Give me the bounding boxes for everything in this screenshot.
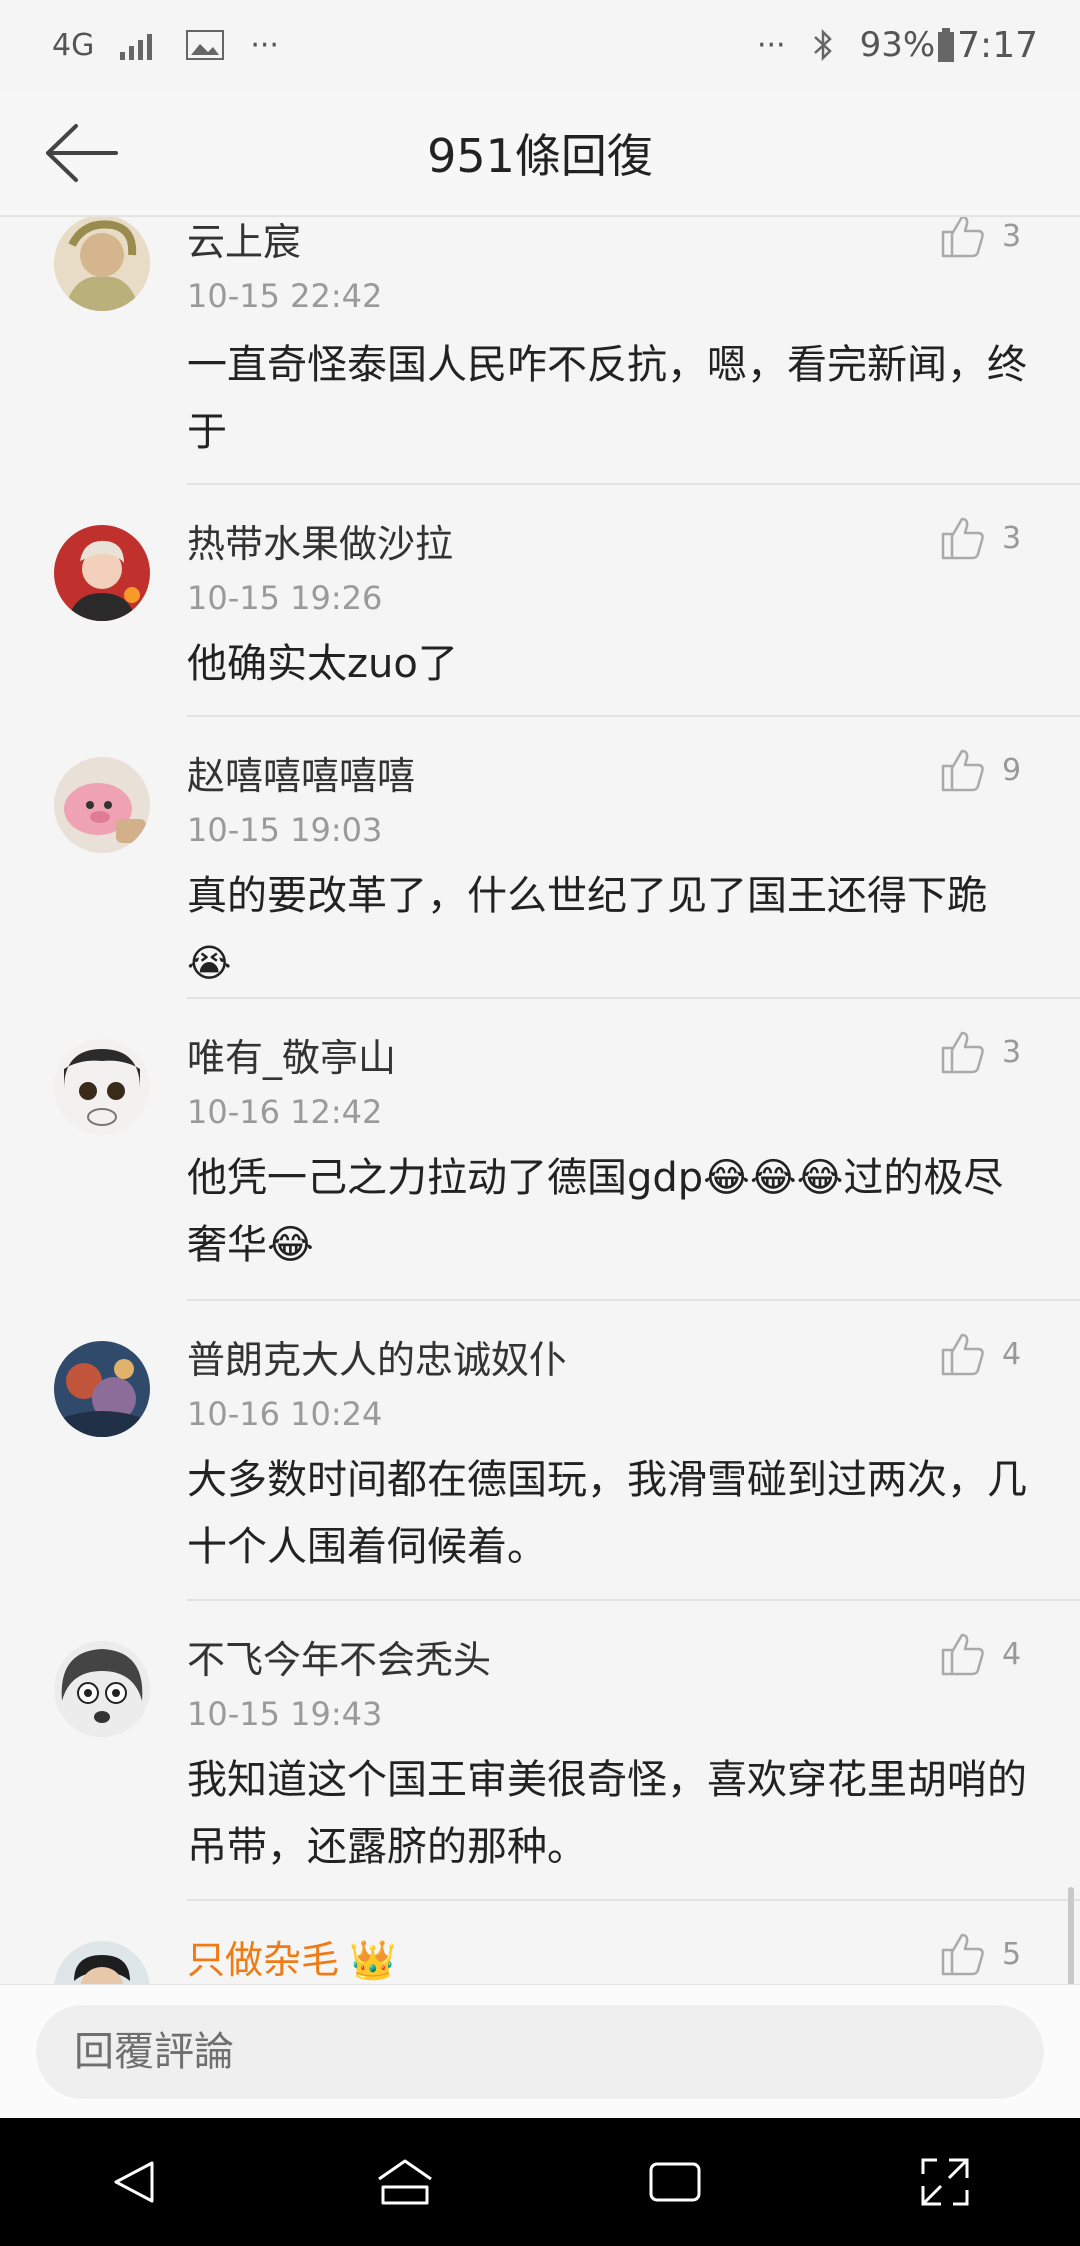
reply-bar <box>0 1984 1080 2119</box>
comment-text-body: 真的要改革了，什么世纪了见了国王还得下跪 <box>187 873 987 919</box>
thumbs-up-icon <box>941 517 984 560</box>
thumbs-up-icon <box>941 1031 984 1074</box>
comment-username[interactable]: 只做杂毛 👑 <box>187 1929 396 1984</box>
battery-icon <box>937 28 955 62</box>
thumbs-up-icon <box>941 1333 984 1376</box>
like-button[interactable]: 5 <box>940 1931 1021 1977</box>
like-count: 3 <box>1002 1034 1022 1070</box>
avatar[interactable] <box>54 1341 150 1437</box>
like-count: 4 <box>1002 1336 1022 1372</box>
crown-badge-icon: 👑 <box>349 1938 397 1982</box>
triangle-back-icon <box>114 2161 154 2203</box>
home-icon <box>378 2159 432 2205</box>
expand-icon <box>921 2158 969 2206</box>
comment-username[interactable]: 普朗克大人的忠诚奴仆 <box>187 1329 567 1384</box>
thumbs-up-icon <box>941 1633 984 1676</box>
like-count: 4 <box>1002 1636 1022 1672</box>
comment-item: 普朗克大人的忠诚奴仆 10-16 10:24 大多数时间都在德国玩，我滑雪碰到过… <box>0 1301 1080 1601</box>
like-count: 9 <box>1002 752 1022 788</box>
comment-item: 云上宸 10-15 22:42 一直奇怪泰国人民咋不反抗，嗯，看完新闻，终于 3 <box>0 217 1080 487</box>
comment-time: 10-15 19:03 <box>187 811 383 849</box>
comment-text: 一直奇怪泰国人民咋不反抗，嗯，看完新闻，终于 <box>187 342 1027 455</box>
comment-username[interactable]: 热带水果做沙拉 <box>187 513 453 568</box>
comment-item: 热带水果做沙拉 10-15 19:26 他确实太zuo了 3 <box>0 485 1080 717</box>
recents-icon <box>649 2162 701 2202</box>
comment-username[interactable]: 赵嘻嘻嘻嘻嘻 <box>187 745 415 800</box>
system-nav-bar <box>0 2118 1080 2246</box>
comment-item: 只做杂毛 👑 5 <box>0 1901 1080 1984</box>
header: 951條回復 <box>0 90 1080 217</box>
comment-username[interactable]: 云上宸 <box>187 217 301 266</box>
comment-username[interactable]: 唯有_敬亭山 <box>187 1027 396 1082</box>
battery-level: 93% <box>859 25 936 65</box>
thumbs-up-icon <box>941 1933 984 1976</box>
avatar[interactable] <box>54 1941 150 1984</box>
more-right: ··· <box>756 27 786 63</box>
like-button[interactable]: 3 <box>940 217 1021 259</box>
comment-text: 我知道这个国王审美很奇怪，喜欢穿花里胡哨的吊带，还露脐的那种。 <box>187 1757 1027 1870</box>
comment-username[interactable]: 不飞今年不会秃头 <box>187 1629 491 1684</box>
comment-list[interactable]: 云上宸 10-15 22:42 一直奇怪泰国人民咋不反抗，嗯，看完新闻，终于 3… <box>0 217 1080 1984</box>
comment-time: 10-15 19:26 <box>187 579 383 617</box>
signal-icon <box>120 30 160 60</box>
like-button[interactable]: 9 <box>940 747 1021 793</box>
status-bar: 4G ··· ··· 93% 7:17 <box>0 0 1080 90</box>
comment-text: 他确实太zuo了 <box>187 641 458 687</box>
image-icon <box>186 30 225 60</box>
like-button[interactable]: 3 <box>940 1029 1021 1075</box>
avatar[interactable] <box>54 1039 150 1135</box>
comment-item: 赵嘻嘻嘻嘻嘻 10-15 19:03 真的要改革了，什么世纪了见了国王还得下跪 … <box>0 717 1080 999</box>
network-type: 4G <box>52 27 95 63</box>
cry-laugh-emoji: 😭 <box>187 941 232 985</box>
nav-back-button[interactable] <box>85 2132 185 2232</box>
comment-time: 10-15 22:42 <box>187 277 383 315</box>
nav-fullscreen-button[interactable] <box>895 2132 995 2232</box>
comment-time: 10-16 10:24 <box>187 1395 383 1433</box>
nav-home-button[interactable] <box>355 2132 455 2232</box>
like-button[interactable]: 4 <box>940 1331 1021 1377</box>
thumbs-up-icon <box>941 217 984 258</box>
like-count: 3 <box>1002 520 1022 556</box>
vip-username[interactable]: 只做杂毛 <box>187 1938 339 1982</box>
comment-item: 不飞今年不会秃头 10-15 19:43 我知道这个国王审美很奇怪，喜欢穿花里胡… <box>0 1601 1080 1901</box>
comment-time: 10-15 19:43 <box>187 1695 383 1733</box>
nav-recents-button[interactable] <box>625 2132 725 2232</box>
avatar[interactable] <box>54 525 150 621</box>
comment-text: 真的要改革了，什么世纪了见了国王还得下跪 😭 <box>187 863 1037 997</box>
comment-text: 大多数时间都在德国玩，我滑雪碰到过两次，几十个人围着伺候着。 <box>187 1457 1027 1570</box>
avatar[interactable] <box>54 757 150 853</box>
like-button[interactable]: 3 <box>940 515 1021 561</box>
like-count: 5 <box>1002 1936 1022 1972</box>
page-title: 951條回復 <box>427 128 653 183</box>
bluetooth-icon <box>812 28 834 62</box>
like-button[interactable]: 4 <box>940 1631 1021 1677</box>
like-count: 3 <box>1002 218 1022 254</box>
clock: 7:17 <box>957 24 1038 66</box>
avatar[interactable] <box>54 217 150 311</box>
more-left: ··· <box>250 27 279 63</box>
thumbs-up-icon <box>941 749 984 792</box>
comment-time: 10-16 12:42 <box>187 1093 383 1131</box>
avatar[interactable] <box>54 1641 150 1737</box>
reply-input[interactable] <box>36 2005 1044 2099</box>
comment-text: 他凭一己之力拉动了德国gdp😂😂😂过的极尽奢华😂 <box>187 1155 1004 1268</box>
scrollbar[interactable] <box>1068 1887 1074 1984</box>
comment-item: 唯有_敬亭山 10-16 12:42 他凭一己之力拉动了德国gdp😂😂😂过的极尽… <box>0 999 1080 1301</box>
